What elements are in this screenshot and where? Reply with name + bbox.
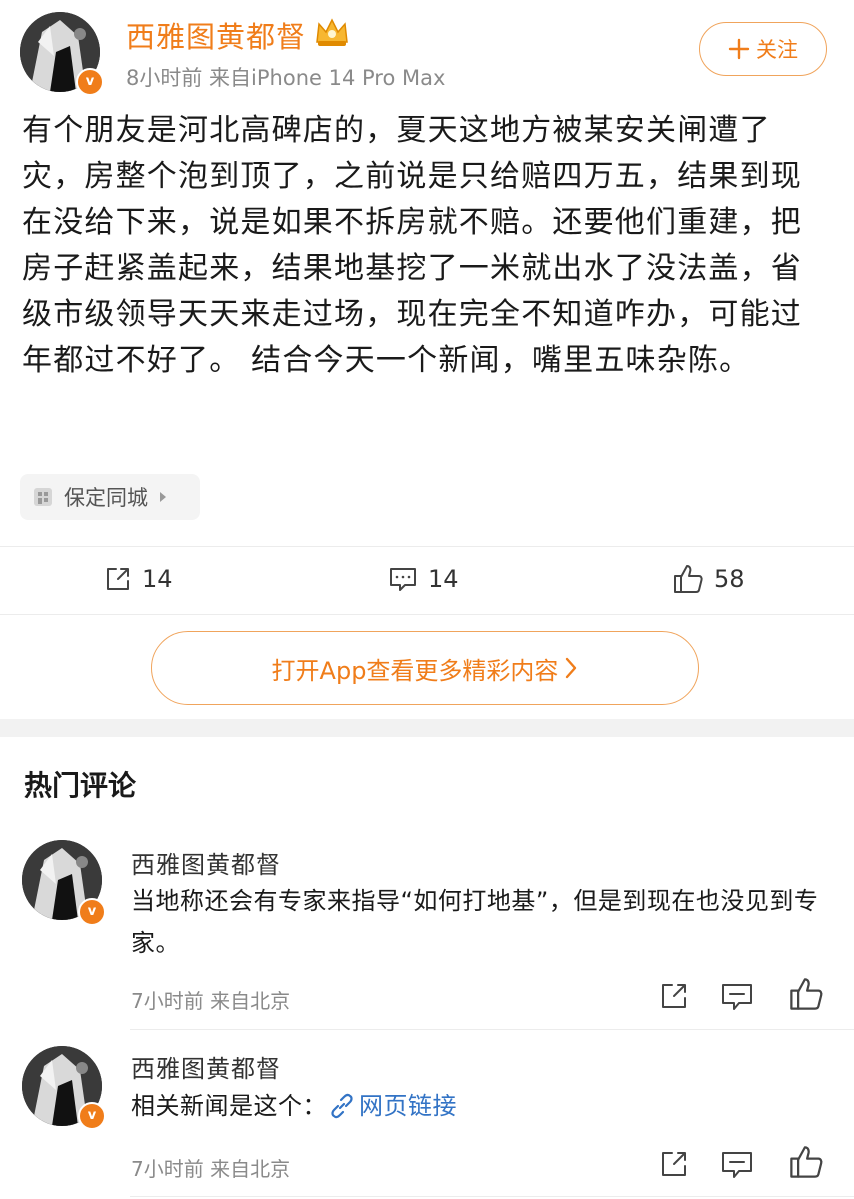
comment-author[interactable]: 西雅图黄都督 (131, 845, 281, 880)
hot-comments-title: 热门评论 (24, 769, 137, 802)
verified-badge: v (78, 1102, 106, 1130)
plus-icon (728, 38, 750, 60)
post-meta: 8小时前 来自iPhone 14 Pro Max (126, 66, 446, 90)
chevron-right-icon (566, 657, 577, 679)
like-icon (790, 978, 823, 1010)
section-separator (0, 719, 854, 737)
comment-share-button[interactable] (658, 980, 690, 1016)
comment-reply-button[interactable] (720, 982, 754, 1016)
author-name[interactable]: 西雅图黄都督 (126, 14, 306, 56)
comment-text-prefix: 相关新闻是这个： (131, 1092, 327, 1120)
verified-badge: v (76, 68, 104, 96)
divider (0, 614, 854, 615)
open-app-button[interactable]: 打开App查看更多精彩内容 (151, 631, 699, 705)
location-chip[interactable]: 保定同城 (20, 474, 200, 520)
location-label: 保定同城 (64, 486, 148, 510)
location-icon (34, 488, 52, 506)
like-icon (790, 1146, 823, 1178)
comment-meta: 7小时前 来自北京 (131, 1157, 291, 1181)
repost-icon (107, 568, 129, 590)
author-name-text: 西雅图黄都督 (126, 20, 307, 54)
link-icon (331, 1093, 353, 1119)
comment-reply-button[interactable] (720, 1150, 754, 1184)
like-icon (674, 565, 703, 593)
repost-button[interactable]: 14 (104, 565, 173, 593)
crown-icon (314, 16, 350, 48)
post-text: 有个朋友是河北高碑店的，夏天这地方被某安关闸遭了灾，房整个泡到顶了，之前说是只给… (22, 113, 802, 378)
follow-label: 关注 (756, 38, 798, 62)
share-icon (662, 1152, 686, 1176)
comment-text: 相关新闻是这个： 网页链接 (131, 1085, 457, 1127)
repost-count: 14 (142, 565, 173, 593)
comment-meta: 7小时前 来自北京 (131, 989, 291, 1013)
like-button[interactable]: 58 (672, 563, 745, 595)
web-link[interactable]: 网页链接 (327, 1085, 457, 1127)
comment-button[interactable]: 14 (388, 565, 459, 593)
comment-icon (722, 1152, 752, 1178)
open-app-label: 打开App查看更多精彩内容 (271, 656, 559, 685)
comment-count: 14 (428, 565, 459, 593)
verified-badge: v (78, 898, 106, 926)
divider (130, 1029, 854, 1030)
share-icon (662, 984, 686, 1008)
comment-like-button[interactable] (788, 976, 824, 1016)
divider (0, 546, 854, 547)
comment-text: 当地称还会有专家来指导“如何打地基”，但是到现在也没见到专家。 (131, 887, 819, 957)
follow-button[interactable]: 关注 (699, 22, 827, 76)
divider (130, 1196, 854, 1197)
comment-share-button[interactable] (658, 1148, 690, 1184)
comment-author[interactable]: 西雅图黄都督 (131, 1049, 281, 1084)
chevron-right-icon (160, 492, 166, 502)
comment-icon (722, 984, 752, 1010)
like-count: 58 (714, 565, 745, 593)
comment-like-button[interactable] (788, 1144, 824, 1184)
web-link-label: 网页链接 (359, 1092, 457, 1120)
comment-icon (390, 568, 416, 591)
